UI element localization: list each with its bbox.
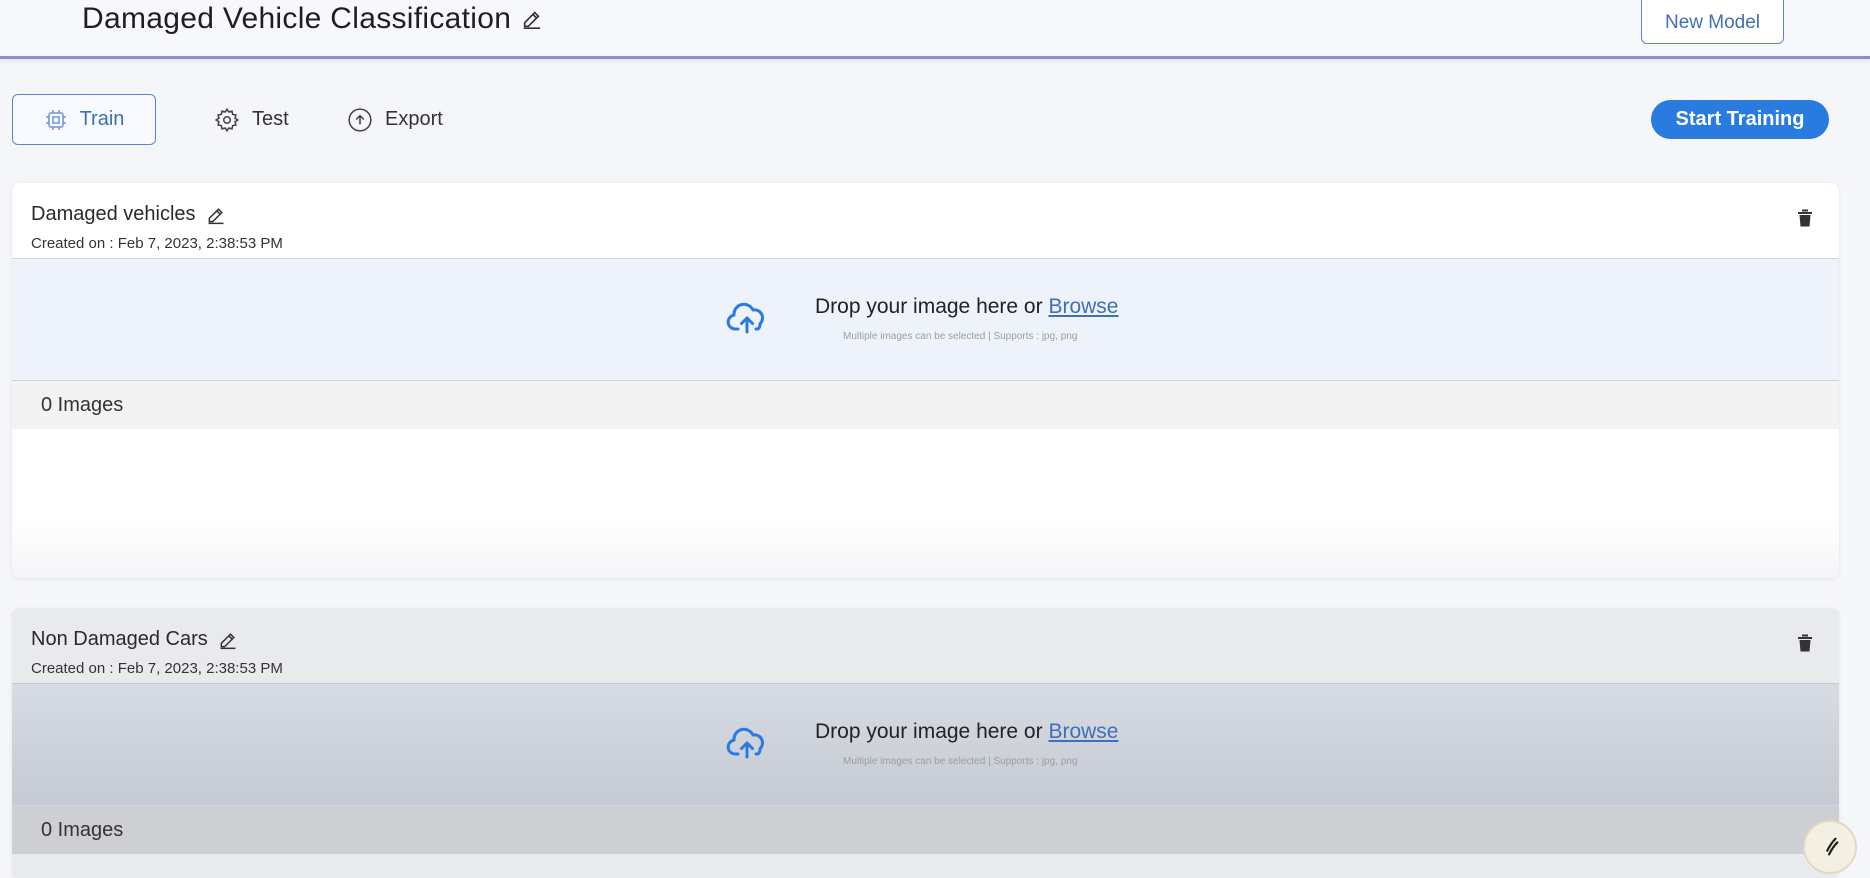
drop-text: Drop your image here or (815, 295, 1043, 318)
edit-title-icon[interactable] (521, 8, 543, 30)
edit-class-name-icon[interactable] (206, 205, 226, 225)
brush-icon (1819, 836, 1841, 858)
tab-train-label: Train (79, 108, 125, 130)
tab-export-label: Export (385, 108, 443, 130)
image-count: 0 Images (41, 818, 124, 841)
class-card-header: Non Damaged Cars Created on : Feb 7, 202… (12, 608, 1839, 684)
tab-test-label: Test (252, 108, 289, 130)
model-title-group: Damaged Vehicle Classification (82, 2, 543, 36)
image-count: 0 Images (41, 393, 124, 416)
app-header: Damaged Vehicle Classification New Model (0, 0, 1870, 59)
gear-icon (214, 107, 240, 133)
cloud-upload-icon (726, 726, 768, 760)
edit-class-name-icon[interactable] (218, 630, 238, 650)
class-name: Damaged vehicles (31, 203, 196, 225)
upload-hint: Multiple images can be selected | Suppor… (843, 756, 1078, 767)
class-name-group: Non Damaged Cars (31, 628, 238, 651)
class-created-date: Created on : Feb 7, 2023, 2:38:53 PM (31, 660, 283, 677)
page-title: Damaged Vehicle Classification (82, 2, 512, 35)
drop-instructions: Drop your image here or Browse (815, 295, 1118, 319)
trash-icon[interactable] (1797, 209, 1813, 227)
tab-train[interactable]: Train (12, 94, 156, 145)
tab-test[interactable]: Test (214, 94, 289, 145)
class-name: Non Damaged Cars (31, 628, 208, 650)
image-dropzone[interactable]: Drop your image here or Browse Multiple … (12, 684, 1839, 806)
image-count-bar: 0 Images (12, 806, 1839, 854)
browse-link[interactable]: Browse (1048, 720, 1118, 743)
upload-hint: Multiple images can be selected | Suppor… (843, 331, 1078, 342)
help-fab[interactable] (1803, 820, 1857, 874)
drop-text: Drop your image here or (815, 720, 1043, 743)
trash-icon[interactable] (1797, 634, 1813, 652)
class-card-non-damaged: Non Damaged Cars Created on : Feb 7, 202… (12, 608, 1839, 878)
image-dropzone[interactable]: Drop your image here or Browse Multiple … (12, 259, 1839, 381)
cloud-upload-icon (726, 301, 768, 335)
upload-icon (347, 107, 373, 133)
class-created-date: Created on : Feb 7, 2023, 2:38:53 PM (31, 235, 283, 252)
class-name-group: Damaged vehicles (31, 203, 226, 226)
browse-link[interactable]: Browse (1048, 295, 1118, 318)
class-card-damaged: Damaged vehicles Created on : Feb 7, 202… (12, 183, 1839, 578)
new-model-button[interactable]: New Model (1641, 0, 1784, 44)
start-training-button[interactable]: Start Training (1651, 100, 1829, 139)
tab-export[interactable]: Export (347, 94, 443, 145)
drop-instructions: Drop your image here or Browse (815, 720, 1118, 744)
image-count-bar: 0 Images (12, 381, 1839, 429)
image-gallery (12, 429, 1839, 578)
chip-icon (44, 108, 68, 132)
class-card-header: Damaged vehicles Created on : Feb 7, 202… (12, 183, 1839, 259)
